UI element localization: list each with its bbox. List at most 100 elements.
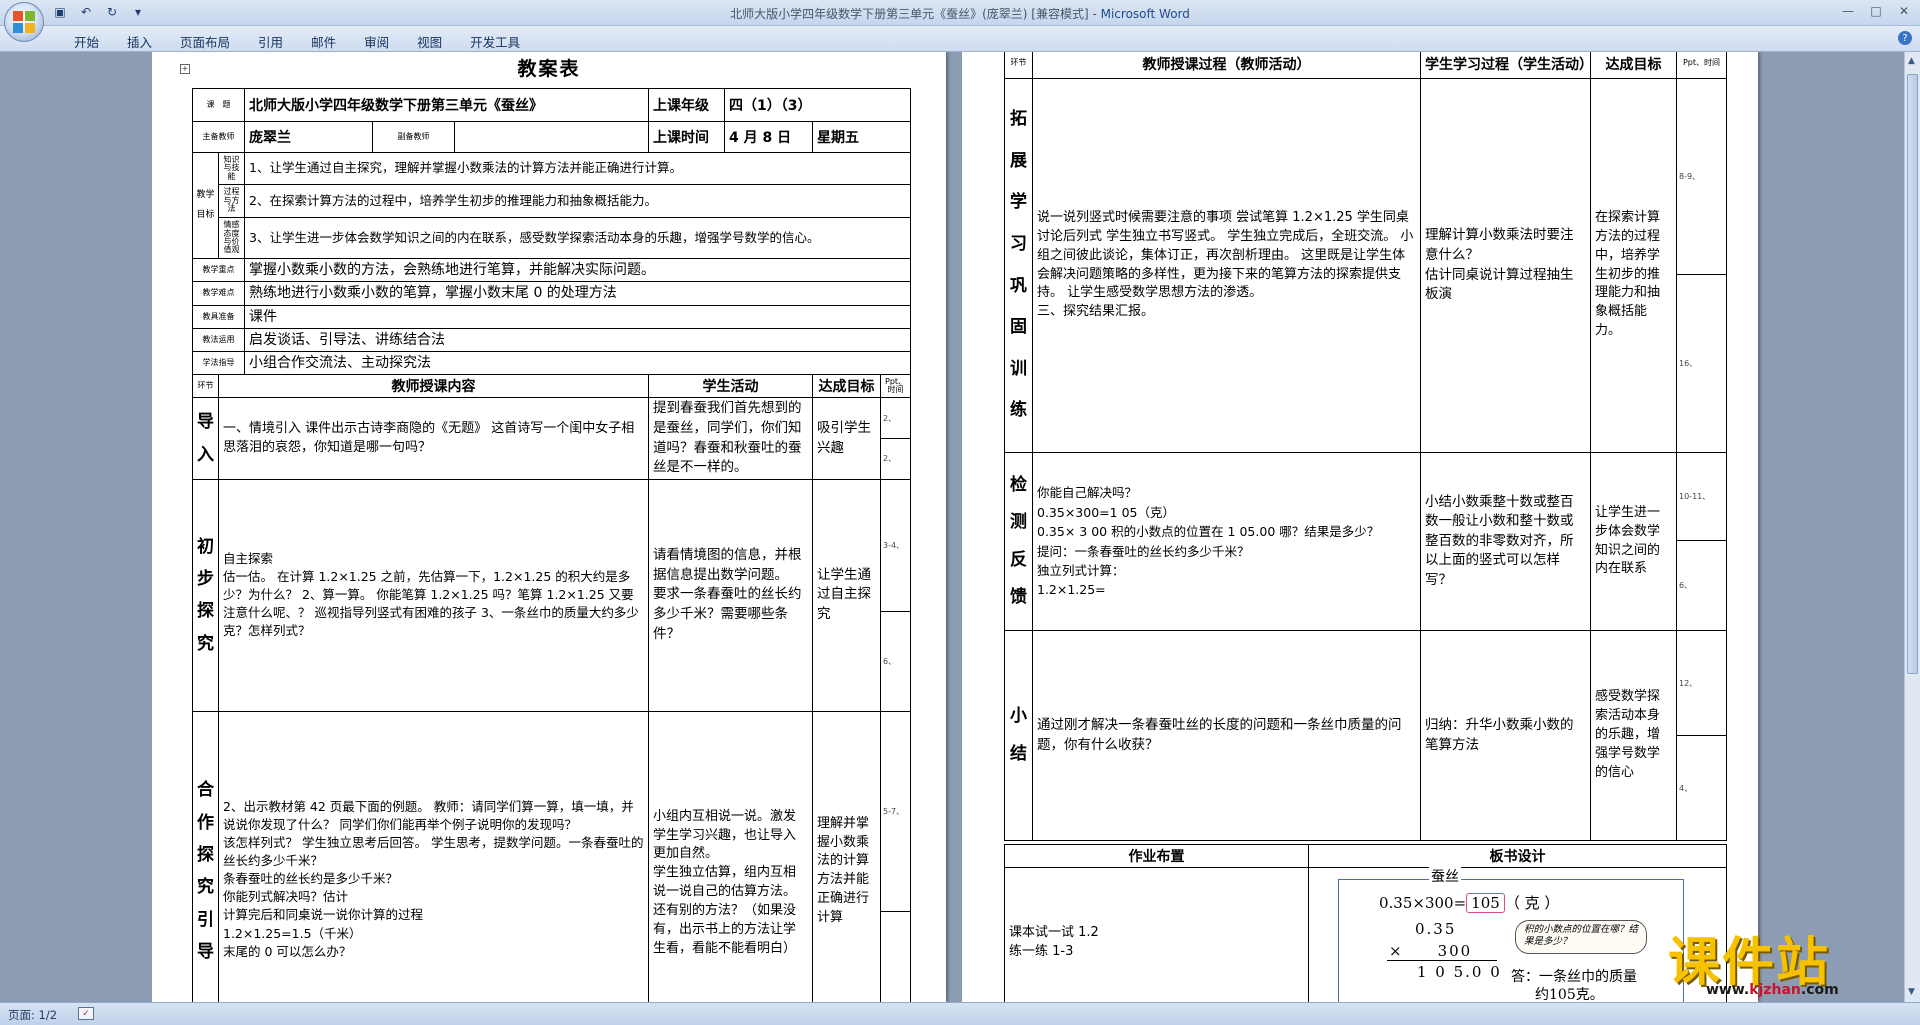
summary-time-2: 4、: [1676, 735, 1727, 841]
p2-col-goal-header: 达成目标: [1590, 52, 1677, 79]
extend-time-2: 16、: [1676, 274, 1727, 453]
help-icon[interactable]: ?: [1898, 31, 1912, 45]
time-label: 上课时间: [648, 121, 726, 153]
extend-student: 理解计算小数乘法时要注意什么？ 估计同桌说计算过程抽生板演: [1420, 78, 1591, 453]
page-1: 教案表 + 课 题 北师大版小学四年级数学下册第三单元《蚕丝》 上课年级 四（1…: [152, 52, 946, 1002]
stage-extend: 拓展学习巩固训练: [1004, 78, 1033, 453]
tab-review[interactable]: 审阅: [350, 30, 403, 53]
goal-type-process: 过程与方法: [218, 184, 245, 218]
materials-label: 教具准备: [192, 304, 245, 329]
scroll-up-icon[interactable]: ▲: [1908, 56, 1915, 66]
lesson-process-table: 环节 教师授课过程（教师活动） 学生学习过程（学生活动） 达成目标 Ppt、时间…: [1004, 52, 1727, 841]
teacher-label: 主备教师: [192, 121, 245, 153]
assist-teacher-value: [453, 121, 650, 153]
materials-value: 课件: [243, 304, 912, 329]
office-button[interactable]: [4, 2, 44, 42]
extend-content: 说一说列竖式时候需要注意的事项 尝试笔算 1.2×1.25 学生同桌讨论后列式 …: [1032, 78, 1421, 453]
title-bar: 北师大版小学四年级数学下册第三单元《蚕丝》(庞翠兰) [兼容模式] - Micr…: [0, 0, 1920, 26]
intro-goal: 吸引学生兴趣: [812, 397, 882, 480]
stage-check: 检测反馈: [1004, 452, 1033, 631]
teacher-value: 庞翠兰: [244, 121, 373, 153]
status-bar: 页面: 1/2 ✓: [0, 1002, 1920, 1025]
grade-label: 上课年级: [648, 88, 726, 122]
watermark-url: www.kjzhan.com: [1706, 982, 1839, 998]
col-content-header: 教师授课内容: [217, 374, 650, 399]
goal-2: 2、在探索计算方法的过程中，培养学生初步的推理能力和抽象概括能力。: [243, 184, 912, 218]
tab-insert[interactable]: 插入: [113, 30, 166, 53]
table-move-handle-icon[interactable]: +: [180, 64, 190, 74]
document-heading: 教案表: [517, 58, 581, 80]
quick-access-toolbar: ▣ ↶ ↻ ▾: [50, 3, 148, 21]
goal-type-knowledge: 知识与技能: [218, 152, 245, 185]
vertical-scrollbar[interactable]: ▲ ▼: [1904, 52, 1920, 1002]
scroll-thumb[interactable]: [1907, 74, 1918, 674]
explore-student: 请看情境图的信息，并根据信息提出数学问题。 要求一条春蚕吐的丝长约多少千米？需要…: [648, 478, 814, 712]
office-logo-icon: [13, 11, 35, 33]
study-guide-value: 小组合作交流法、主动探究法: [243, 351, 912, 376]
undo-icon[interactable]: ↶: [76, 3, 96, 21]
tab-developer[interactable]: 开发工具: [456, 30, 534, 53]
board-design: 蚕丝 0.35×300= 105 （ 克 ） 0.35 × 300 1 0 5.0 …: [1338, 866, 1684, 1002]
grade-value: 四（1）（3）: [724, 88, 912, 122]
difficulty-label: 教学难点: [192, 281, 245, 306]
board-answer-2: 约105克。: [1535, 987, 1604, 1002]
p2-col-student-header: 学生学习过程（学生活动）: [1420, 52, 1591, 79]
homework-header: 作业布置: [1004, 844, 1309, 868]
explore-content: 自主探索 估一估。 在计算 1.2×1.25 之前，先估算一下，1.2×1.25…: [217, 478, 650, 712]
ribbon: 开始 插入 页面布局 引用 邮件 审阅 视图 开发工具 ?: [0, 26, 1920, 52]
redo-icon[interactable]: ↻: [102, 3, 122, 21]
difficulty-value: 熟练地进行小数乘小数的笔算，掌握小数末尾 0 的处理方法: [243, 281, 912, 306]
p2-col-stage-header: 环节: [1004, 52, 1033, 79]
date-value: 4 月 8 日: [724, 121, 814, 153]
tab-home[interactable]: 开始: [60, 30, 113, 53]
cooperate-time-2: [880, 910, 912, 1002]
board-equation: 0.35×300= 105 （ 克 ）: [1379, 893, 1560, 913]
summary-time-1: 12、: [1676, 630, 1727, 736]
window-title: 北师大版小学四年级数学下册第三单元《蚕丝》(庞翠兰) [兼容模式] - Micr…: [730, 7, 1190, 21]
col-time-header: Ppt、时间: [880, 374, 912, 399]
board-calc-top: 0.35: [1415, 920, 1457, 938]
board-title: 蚕丝: [1429, 866, 1461, 886]
weekday-value: 星期五: [812, 121, 912, 153]
document-area: 教案表 + 课 题 北师大版小学四年级数学下册第三单元《蚕丝》 上课年级 四（1…: [0, 52, 1920, 1002]
board-speech-bubble: 积的小数点的位置在哪？结果是多少？: [1515, 920, 1647, 954]
intro-content: 一、情境引入 课件出示古诗李商隐的《无题》 这首诗写一个闺中女子相思落泪的哀怨，…: [217, 397, 650, 480]
lesson-plan-table: 课 题 北师大版小学四年级数学下册第三单元《蚕丝》 上课年级 四（1）（3） 主…: [192, 88, 912, 1002]
tab-references[interactable]: 引用: [244, 30, 297, 53]
save-icon[interactable]: ▣: [50, 3, 70, 21]
tab-mailings[interactable]: 邮件: [297, 30, 350, 53]
cooperate-time-1: 5-7、: [880, 710, 912, 912]
tab-page-layout[interactable]: 页面布局: [166, 30, 244, 53]
page-count[interactable]: 页面: 1/2: [8, 1007, 57, 1023]
goals-label: 教学目标: [192, 152, 219, 259]
summary-student: 归纳：升华小数乘小数的笔算方法: [1420, 630, 1591, 841]
check-goal: 让学生进一步体会数学知识之间的内在联系: [1590, 452, 1677, 631]
check-student: 小结小数乘整十数或整百数一般让小数和整十数或整百数的非零数对齐，所以上面的竖式可…: [1420, 452, 1591, 631]
check-content: 你能自己解决吗？ 0.35×300=1 05（克） 0.35× 3 00 积的小…: [1032, 452, 1421, 631]
explore-goal: 让学生通过自主探究: [812, 478, 882, 712]
goal-1: 1、让学生通过自主探究，理解并掌握小数乘法的计算方法并能正确进行计算。: [243, 152, 912, 185]
minimize-icon[interactable]: —: [1836, 2, 1860, 20]
explore-time-2: 6、: [880, 610, 912, 712]
scroll-down-icon[interactable]: ▼: [1908, 987, 1915, 997]
tab-view[interactable]: 视图: [403, 30, 456, 53]
stage-summary: 小结: [1004, 630, 1033, 841]
method-value: 启发谈话、引导法、讲练结合法: [243, 327, 912, 353]
summary-goal: 感受数学探索活动本身的乐趣，增强学号数学的信心: [1590, 630, 1677, 841]
stage-intro: 导入: [192, 397, 219, 480]
ribbon-tabs: 开始 插入 页面布局 引用 邮件 审阅 视图 开发工具: [60, 30, 534, 53]
col-student-header: 学生活动: [648, 374, 814, 399]
check-time-1: 10-11、: [1676, 452, 1727, 541]
close-icon[interactable]: ✕: [1892, 2, 1916, 20]
proofing-icon[interactable]: ✓: [78, 1007, 94, 1020]
homework-line-2: 练一练 1-3: [1009, 943, 1074, 959]
col-stage-header: 环节: [192, 374, 219, 399]
goal-3: 3、让学生进一步体会数学知识之间的内在联系，感受数学探索活动本身的乐趣，增强学号…: [243, 217, 912, 259]
customize-dropdown-icon[interactable]: ▾: [128, 3, 148, 21]
assist-teacher-label: 副备教师: [372, 121, 455, 153]
board-result-box: 105: [1466, 893, 1505, 913]
maximize-icon[interactable]: □: [1864, 2, 1888, 20]
intro-time-1: 2、: [880, 397, 912, 440]
study-guide-label: 学法指导: [192, 351, 245, 376]
intro-time-2: 2、: [880, 438, 912, 480]
